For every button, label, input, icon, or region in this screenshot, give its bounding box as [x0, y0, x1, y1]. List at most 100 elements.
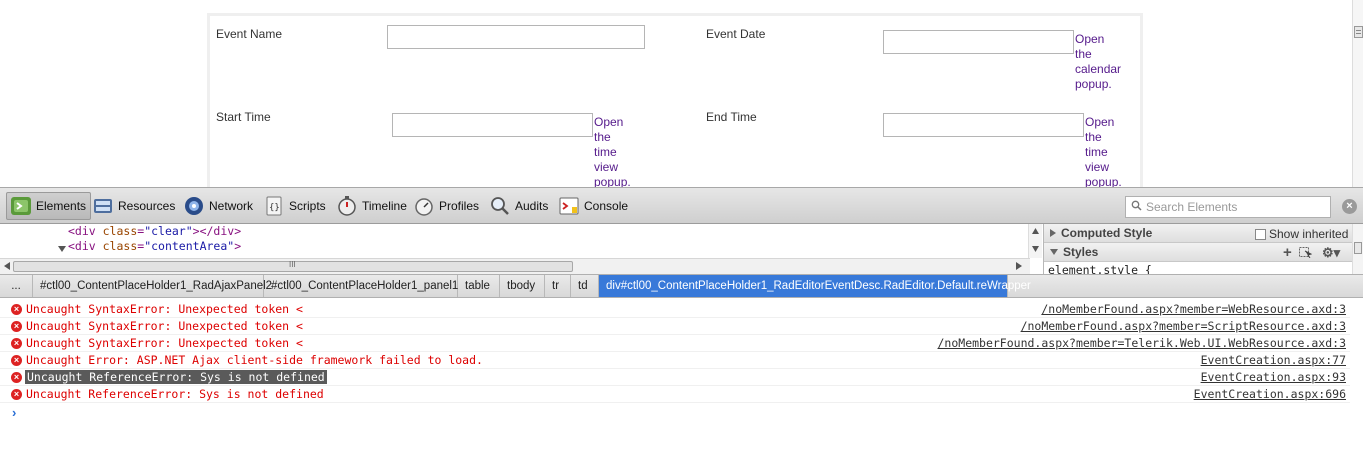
tab-timeline-label: Timeline — [362, 199, 407, 213]
timeline-stopwatch-icon — [336, 195, 358, 217]
console-message: × Uncaught SyntaxError: Unexpected token… — [0, 301, 1350, 318]
scroll-left-icon[interactable] — [4, 262, 10, 270]
scroll-up-icon[interactable] — [1032, 228, 1039, 234]
error-source-link[interactable]: EventCreation.aspx:696 — [1194, 387, 1346, 401]
horizontal-scroll-thumb[interactable]: III — [13, 260, 573, 272]
tab-scripts[interactable]: {} Scripts — [260, 192, 330, 220]
error-message: Uncaught ReferenceError: Sys is not defi… — [26, 387, 324, 401]
gear-icon[interactable]: ⚙▾ — [1322, 245, 1340, 261]
console-message: × Uncaught ReferenceError: Sys is not de… — [0, 386, 1350, 403]
tab-timeline[interactable]: Timeline — [333, 192, 411, 220]
elements-icon — [10, 195, 32, 217]
tab-audits-label: Audits — [515, 199, 549, 213]
error-icon: × — [11, 304, 22, 315]
scroll-down-icon[interactable] — [1032, 246, 1039, 252]
search-icon — [1131, 200, 1142, 214]
console-message: × Uncaught Error: ASP.NET Ajax client-si… — [0, 352, 1350, 369]
dom-node-contentarea[interactable]: <div class="contentArea"> — [68, 239, 241, 253]
error-message: Uncaught SyntaxError: Unexpected token < — [26, 302, 303, 316]
show-inherited-toggle[interactable]: Show inherited — [1255, 227, 1348, 241]
sidebar-scroll-thumb[interactable] — [1354, 242, 1362, 254]
start-time-popup-link[interactable]: Open the time view popup. — [594, 115, 654, 187]
tab-console-label: Console — [584, 199, 629, 213]
tab-resources-label: Resources — [118, 199, 176, 213]
breadcrumb-more[interactable]: ... — [0, 275, 33, 297]
error-message: Uncaught Error: ASP.NET Ajax client-side… — [26, 353, 483, 367]
breadcrumb-item[interactable]: #ctl00_ContentPlaceHolder1_RadAjaxPanel2 — [33, 275, 272, 297]
page-scrollbar-thumb[interactable] — [1354, 26, 1363, 38]
elements-vertical-scrollbar[interactable] — [1028, 224, 1042, 258]
error-icon: × — [11, 321, 22, 332]
elements-horizontal-scrollbar[interactable]: III — [0, 258, 1030, 274]
expand-triangle-icon[interactable] — [58, 242, 66, 256]
error-source-link[interactable]: /noMemberFound.aspx?member=Telerik.Web.U… — [938, 336, 1347, 350]
resources-icon — [92, 195, 114, 217]
web-page-viewport: Event Name Event Date Open the calendar … — [0, 0, 1363, 187]
tab-audits[interactable]: Audits — [486, 192, 552, 220]
dom-breadcrumb: ... #ctl00_ContentPlaceHolder1_RadAjaxPa… — [0, 274, 1363, 298]
element-state-icon[interactable] — [1299, 247, 1313, 261]
error-source-link[interactable]: EventCreation.aspx:77 — [1201, 353, 1346, 367]
end-time-input[interactable] — [883, 113, 1084, 137]
page-scrollbar[interactable] — [1352, 0, 1363, 187]
error-icon: × — [11, 338, 22, 349]
calendar-popup-link[interactable]: Open the calendar popup. — [1075, 32, 1135, 92]
tab-elements-label: Elements — [36, 199, 87, 213]
error-icon: × — [11, 389, 22, 400]
show-inherited-checkbox[interactable] — [1255, 228, 1266, 240]
event-date-input[interactable] — [883, 30, 1074, 54]
console-prompt[interactable]: › — [12, 405, 16, 420]
error-message: Uncaught SyntaxError: Unexpected token < — [26, 336, 303, 350]
tab-resources[interactable]: Resources — [89, 192, 179, 220]
error-message-highlighted[interactable]: Uncaught ReferenceError: Sys is not defi… — [25, 370, 327, 384]
tab-profiles[interactable]: Profiles — [410, 192, 483, 220]
collapsed-triangle-icon — [1050, 229, 1056, 237]
sidebar-scrollbar[interactable] — [1352, 224, 1363, 274]
console-message: × Uncaught ReferenceError: Sys is not de… — [0, 369, 1350, 386]
event-name-label: Event Name — [216, 27, 283, 41]
console-icon — [558, 195, 580, 217]
breadcrumb-item[interactable]: #ctl00_ContentPlaceHolder1_panel1 — [264, 275, 458, 297]
search-elements-input[interactable]: Search Elements — [1125, 196, 1331, 218]
computed-style-title: Computed Style — [1061, 226, 1153, 240]
breadcrumb-item[interactable]: table — [458, 275, 500, 297]
error-icon: × — [11, 355, 22, 366]
console-panel: × Uncaught SyntaxError: Unexpected token… — [0, 298, 1363, 468]
start-time-input[interactable] — [392, 113, 593, 137]
end-time-label: End Time — [706, 110, 757, 124]
styles-sidebar: Computed Style Show inherited Styles + ⚙… — [1043, 224, 1363, 277]
add-style-icon[interactable]: + — [1283, 244, 1292, 261]
tab-scripts-label: Scripts — [289, 199, 326, 213]
tab-elements[interactable]: Elements — [6, 192, 92, 220]
styles-header[interactable]: Styles + ⚙▾ — [1044, 243, 1353, 262]
event-name-input[interactable] — [387, 25, 645, 49]
breadcrumb-item[interactable]: tr — [545, 275, 571, 297]
scroll-right-icon[interactable] — [1016, 262, 1022, 270]
error-message: Uncaught SyntaxError: Unexpected token < — [26, 319, 303, 333]
tab-network[interactable]: Network — [180, 192, 257, 220]
expanded-triangle-icon — [1050, 249, 1058, 255]
error-source-link[interactable]: EventCreation.aspx:93 — [1201, 370, 1346, 384]
scroll-grip: III — [289, 260, 296, 269]
styles-title: Styles — [1063, 245, 1099, 259]
end-time-popup-link[interactable]: Open the time view popup. — [1085, 115, 1145, 187]
tab-profiles-label: Profiles — [439, 199, 480, 213]
error-source-link[interactable]: /noMemberFound.aspx?member=WebResource.a… — [1041, 302, 1346, 316]
profiles-gauge-icon — [413, 195, 435, 217]
event-form-panel: Event Name Event Date Open the calendar … — [207, 13, 1143, 187]
event-date-label: Event Date — [706, 27, 766, 41]
error-source-link[interactable]: /noMemberFound.aspx?member=ScriptResourc… — [1021, 319, 1346, 333]
show-inherited-label: Show inherited — [1269, 227, 1349, 241]
console-message: × Uncaught SyntaxError: Unexpected token… — [0, 318, 1350, 335]
console-message: × Uncaught SyntaxError: Unexpected token… — [0, 335, 1350, 352]
breadcrumb-item-selected[interactable]: div#ctl00_ContentPlaceHolder1_RadEditorE… — [599, 275, 1031, 297]
breadcrumb-item[interactable]: tbody — [500, 275, 545, 297]
tab-console[interactable]: Console — [555, 192, 632, 220]
computed-style-header[interactable]: Computed Style Show inherited — [1044, 224, 1353, 243]
dom-node-clear[interactable]: <div class="clear"></div> — [68, 224, 241, 238]
search-placeholder: Search Elements — [1146, 200, 1238, 214]
error-icon: × — [11, 372, 22, 383]
network-icon — [183, 195, 205, 217]
clear-search-icon[interactable]: × — [1342, 199, 1357, 214]
breadcrumb-item[interactable]: td — [571, 275, 599, 297]
